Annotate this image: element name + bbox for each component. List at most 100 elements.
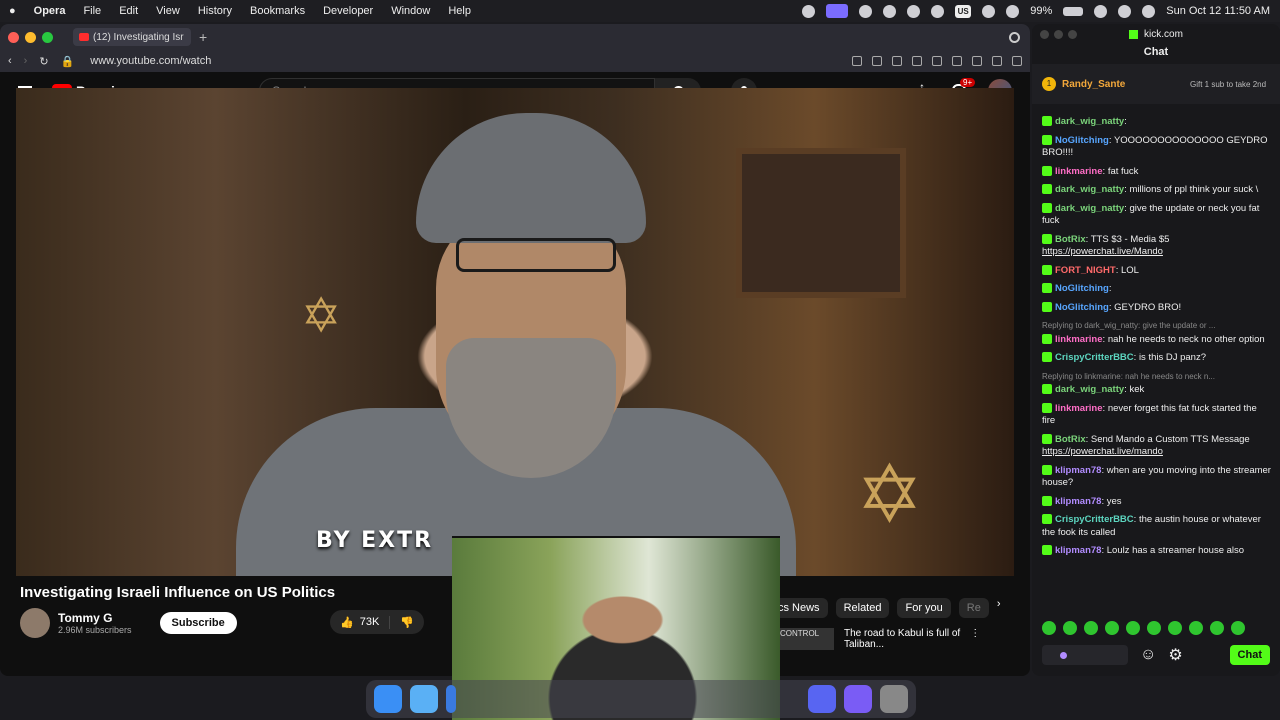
spotlight-icon[interactable]	[1094, 4, 1108, 18]
menu-bookmarks[interactable]: Bookmarks	[241, 5, 314, 17]
emote-icon[interactable]	[1063, 621, 1077, 635]
emote-icon[interactable]	[1231, 621, 1245, 635]
tab-search-icon[interactable]	[1009, 31, 1020, 43]
reload-icon[interactable]: ↻	[39, 55, 48, 68]
battery-icon[interactable]	[1063, 6, 1084, 16]
shield-icon[interactable]	[892, 56, 902, 66]
menu-window[interactable]: Window	[382, 5, 439, 17]
back-icon[interactable]: ‹	[8, 55, 12, 67]
bluetooth-icon[interactable]	[907, 4, 921, 18]
trash-icon[interactable]	[880, 685, 908, 713]
send-icon[interactable]	[912, 56, 922, 66]
leaderboard-user[interactable]: Randy_Sante	[1062, 79, 1125, 90]
chevron-right-icon[interactable]: ›	[997, 598, 1001, 618]
camera-icon[interactable]	[872, 56, 882, 66]
mail-icon[interactable]	[844, 685, 872, 713]
headphones-icon[interactable]	[859, 4, 873, 18]
profile-icon[interactable]	[1012, 56, 1022, 66]
chat-username[interactable]: NoGlitching	[1055, 283, 1109, 294]
zoom-window-button[interactable]	[42, 31, 53, 43]
chat-username[interactable]: dark_wig_natty	[1055, 116, 1124, 127]
play-icon[interactable]	[883, 4, 897, 18]
heart-icon[interactable]	[932, 56, 942, 66]
app-icon[interactable]	[446, 685, 456, 713]
zoom-chat-window-button[interactable]	[1068, 29, 1077, 39]
chat-username[interactable]: klipman78	[1055, 465, 1101, 476]
chat-link[interactable]: https://powerchat.live/Mando	[1042, 246, 1272, 259]
dislike-button[interactable]: 👎	[390, 616, 424, 629]
menu-history[interactable]: History	[189, 5, 241, 17]
emote-icon[interactable]	[1126, 621, 1140, 635]
control-center-icon[interactable]	[1142, 4, 1156, 18]
chat-username[interactable]: CrispyCritterBBC	[1055, 352, 1134, 363]
reply-context[interactable]: Replying to dark_wig_natty: give the upd…	[1042, 320, 1272, 333]
channel-name[interactable]: Tommy G	[58, 611, 132, 625]
menu-opera[interactable]: Opera	[25, 5, 75, 17]
emote-icon[interactable]	[1168, 621, 1182, 635]
video-player[interactable]: ✡ ✡ BY EXTR	[16, 88, 1014, 576]
screen-record-icon[interactable]	[826, 4, 849, 18]
chat-username[interactable]: CrispyCritterBBC	[1055, 514, 1134, 525]
wifi-icon[interactable]	[1006, 4, 1020, 18]
extension-icon[interactable]	[972, 56, 982, 66]
chip-recent[interactable]: Re	[958, 598, 989, 618]
menubar-clock[interactable]: Sun Oct 12 11:50 AM	[1166, 5, 1270, 17]
chat-username[interactable]: linkmarine	[1055, 166, 1103, 177]
chat-username[interactable]: linkmarine	[1055, 334, 1103, 345]
chat-link[interactable]: https://powerchat.live/mando	[1042, 446, 1272, 459]
chat-username[interactable]: klipman78	[1055, 545, 1101, 556]
emote-icon[interactable]	[1042, 621, 1056, 635]
emote-icon[interactable]	[1147, 621, 1161, 635]
apple-menu-icon[interactable]: ●	[0, 5, 25, 17]
emoji-picker-icon[interactable]: ☺	[1140, 646, 1156, 664]
menu-file[interactable]: File	[74, 5, 110, 17]
input-source-icon[interactable]: US	[955, 4, 972, 18]
minimize-chat-window-button[interactable]	[1054, 29, 1063, 39]
minimize-window-button[interactable]	[25, 31, 36, 43]
menu-icon[interactable]	[992, 56, 1002, 66]
chat-username[interactable]: linkmarine	[1055, 403, 1103, 414]
menu-view[interactable]: View	[147, 5, 189, 17]
control-icon[interactable]	[802, 4, 816, 18]
chip-related[interactable]: Related	[835, 598, 890, 618]
discord-icon[interactable]	[808, 685, 836, 713]
menu-edit[interactable]: Edit	[110, 5, 147, 17]
emote-icon[interactable]	[1189, 621, 1203, 635]
recommended-video[interactable]: CONTROL The road to Kabul is full of Tal…	[780, 628, 980, 650]
close-chat-window-button[interactable]	[1040, 29, 1049, 39]
settings-icon[interactable]: ⚙	[1168, 645, 1182, 665]
chat-username[interactable]: dark_wig_natty	[1055, 184, 1124, 195]
chip-for-you[interactable]: For you	[897, 598, 951, 618]
forward-icon[interactable]: ›	[24, 55, 28, 67]
chat-username[interactable]: dark_wig_natty	[1055, 384, 1124, 395]
chat-username[interactable]: BotRix	[1055, 434, 1086, 445]
chat-username[interactable]: BotRix	[1055, 234, 1086, 245]
emote-icon[interactable]	[1084, 621, 1098, 635]
chat-username[interactable]: FORT_NIGHT	[1055, 265, 1116, 276]
chat-username[interactable]: NoGlitching	[1055, 302, 1109, 313]
url-field[interactable]: www.youtube.com/watch	[90, 55, 211, 67]
emote-icon[interactable]	[1210, 621, 1224, 635]
focus-icon[interactable]	[931, 4, 945, 18]
browser-tab[interactable]: (12) Investigating Isr	[73, 28, 191, 46]
share-icon[interactable]	[852, 56, 862, 66]
user-icon[interactable]	[1118, 4, 1132, 18]
subscribe-button[interactable]: Subscribe	[159, 612, 237, 634]
chat-username[interactable]: NoGlitching	[1055, 135, 1109, 146]
close-window-button[interactable]	[8, 31, 19, 43]
like-button[interactable]: 👍 73K	[330, 615, 391, 629]
more-options-icon[interactable]: ⋮	[970, 628, 980, 650]
menu-developer[interactable]: Developer	[314, 5, 382, 17]
chat-username[interactable]: klipman78	[1055, 496, 1101, 507]
send-chat-button[interactable]: Chat	[1229, 645, 1270, 665]
menu-help[interactable]: Help	[439, 5, 480, 17]
channel-avatar[interactable]	[20, 608, 50, 638]
time-machine-icon[interactable]	[982, 4, 996, 18]
new-tab-button[interactable]: +	[199, 29, 207, 45]
chat-username[interactable]: dark_wig_natty	[1055, 203, 1124, 214]
finder-icon[interactable]	[374, 685, 402, 713]
chat-input[interactable]	[1042, 645, 1128, 665]
emote-icon[interactable]	[1105, 621, 1119, 635]
reply-context[interactable]: Replying to linkmarine: nah he needs to …	[1042, 371, 1272, 384]
download-icon[interactable]	[952, 56, 962, 66]
